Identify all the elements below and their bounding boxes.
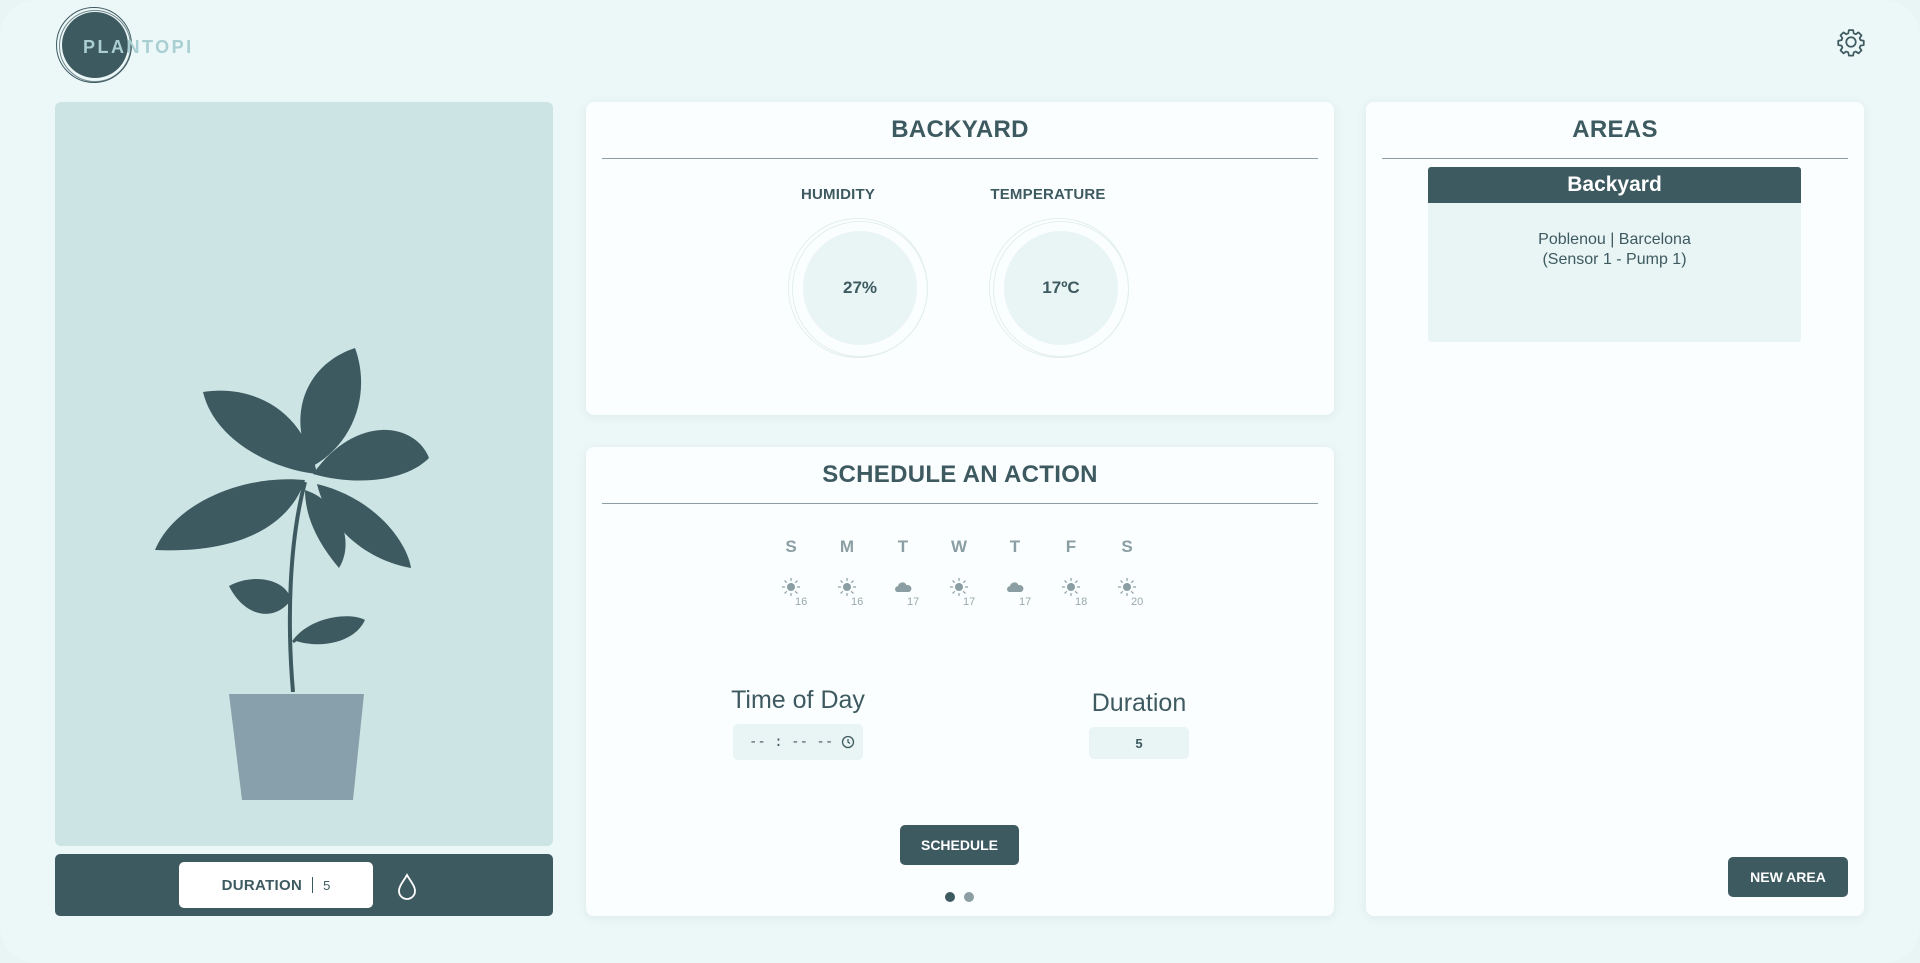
temperature-value: 17ºC	[1004, 231, 1118, 345]
pagination-dot[interactable]	[964, 892, 974, 902]
duration-bar: DURATION 5	[55, 854, 553, 916]
time-of-day-input[interactable]: -- : -- --	[733, 724, 863, 760]
title-divider	[1382, 158, 1848, 159]
duration-field-label: Duration	[1091, 689, 1187, 717]
sun-icon	[782, 578, 800, 596]
time-of-day-label: Time of Day	[731, 686, 865, 714]
cloud-icon	[1007, 582, 1024, 592]
forecast-day: W	[950, 537, 968, 556]
forecast-temp: 16	[795, 596, 808, 608]
pagination-dot-active[interactable]	[945, 892, 955, 902]
sun-icon	[1062, 578, 1080, 596]
forecast-temp: 16	[851, 596, 864, 608]
schedule-button[interactable]: SCHEDULE	[900, 825, 1019, 865]
backyard-title: BACKYARD	[891, 116, 1029, 143]
title-divider	[602, 158, 1318, 159]
forecast-day: T	[897, 537, 909, 556]
area-item-backyard[interactable]: Backyard Poblenou | Barcelona (Sensor 1 …	[1428, 167, 1801, 342]
duration-label: DURATION	[221, 876, 303, 894]
sun-icon	[1118, 578, 1136, 596]
forecast-day: M	[839, 537, 855, 556]
areas-title: AREAS	[1572, 116, 1658, 143]
duration-input[interactable]: 5	[1089, 727, 1189, 759]
plant-illustration-panel	[55, 102, 553, 846]
area-location: Poblenou | Barcelona	[1538, 231, 1691, 248]
schedule-title: SCHEDULE AN ACTION	[822, 461, 1098, 488]
duration-pill[interactable]: DURATION 5	[179, 862, 373, 908]
app-window: PLANTOPI DURATION 5 BACKYARD HUMIDITY 27…	[0, 0, 1920, 963]
area-sensor: (Sensor 1 - Pump 1)	[1542, 251, 1687, 268]
backyard-card: BACKYARD HUMIDITY 27% TEMPERATURE 17ºC	[586, 102, 1334, 415]
forecast-day: S	[785, 537, 797, 556]
water-drop-icon[interactable]	[395, 872, 419, 900]
time-value: -- : -- --	[749, 734, 834, 750]
forecast-temp: 17	[963, 596, 976, 608]
forecast-temp: 17	[1019, 596, 1032, 608]
brand-name: PLANTOPI	[83, 37, 194, 57]
plant-illustration	[155, 348, 429, 800]
sun-icon	[950, 578, 968, 596]
sun-icon	[838, 578, 856, 596]
duration-separator	[312, 877, 314, 893]
clock-icon[interactable]	[841, 735, 855, 749]
cloud-icon	[895, 582, 912, 592]
forecast-day: F	[1065, 537, 1077, 556]
forecast-temp: 17	[907, 596, 920, 608]
humidity-value: 27%	[803, 231, 917, 345]
gear-icon[interactable]	[1836, 27, 1866, 57]
forecast-temp: 18	[1075, 596, 1088, 608]
forecast-day: S	[1121, 537, 1133, 556]
title-divider	[602, 503, 1318, 504]
area-name: Backyard	[1428, 167, 1801, 203]
duration-value: 5	[323, 877, 331, 893]
temperature-gauge: 17ºC	[989, 218, 1129, 358]
new-area-button[interactable]: NEW AREA	[1728, 857, 1848, 897]
humidity-label: HUMIDITY	[800, 186, 876, 203]
humidity-gauge: 27%	[788, 218, 928, 358]
forecast-temp: 20	[1131, 596, 1144, 608]
brand-logo[interactable]: PLANTOPI	[54, 6, 191, 86]
forecast-day: T	[1009, 537, 1021, 556]
temperature-label: TEMPERATURE	[990, 186, 1106, 203]
